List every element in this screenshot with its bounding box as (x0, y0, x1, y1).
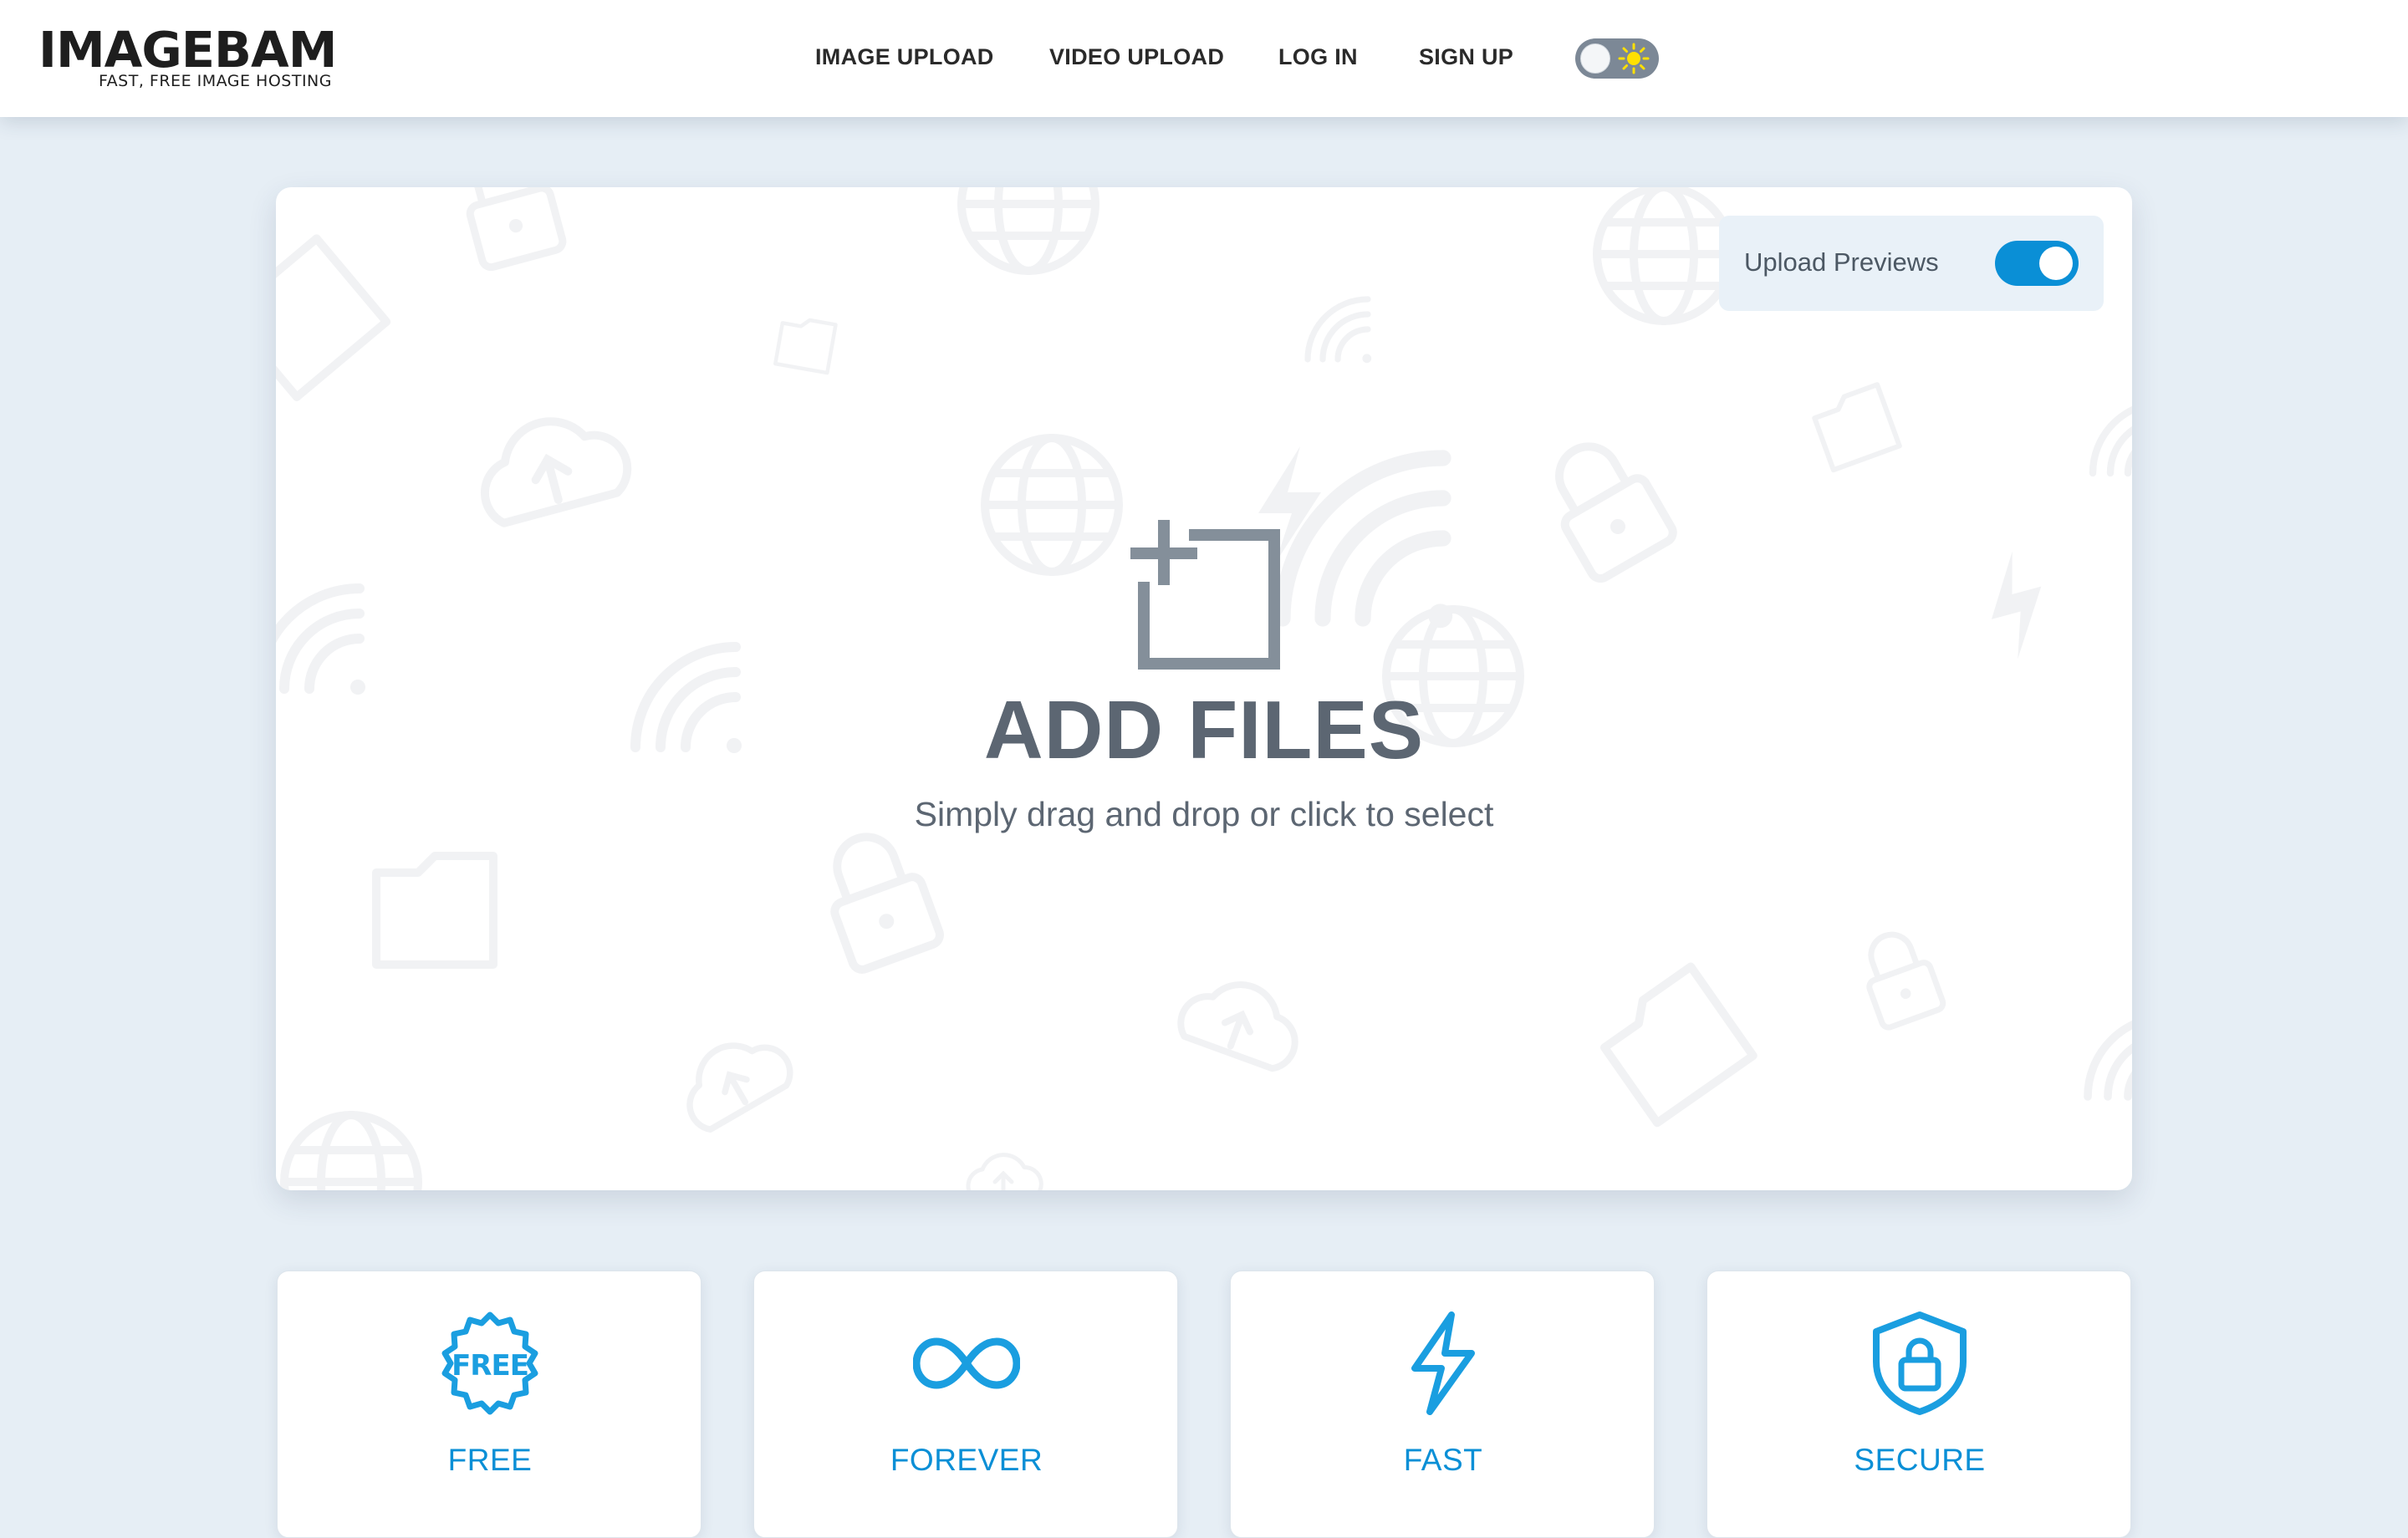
top-header: IMAGEBAM FAST, FREE IMAGE HOSTING IMAGE … (0, 0, 2408, 117)
imagebam-logo[interactable]: IMAGEBAM FAST, FREE IMAGE HOSTING (38, 25, 337, 94)
feature-label-forever: FOREVER (890, 1443, 1043, 1477)
nav-video-upload[interactable]: VIDEO UPLOAD (1049, 40, 1224, 74)
upload-previews-label: Upload Previews (1744, 247, 1939, 277)
theme-toggle-knob (1580, 43, 1610, 74)
add-files-subtitle: Simply drag and drop or click to select (914, 795, 1494, 833)
theme-toggle[interactable] (1575, 38, 1659, 79)
infinity-icon (913, 1337, 1020, 1389)
feature-label-fast: FAST (1403, 1443, 1483, 1477)
nav-sign-up[interactable]: SIGN UP (1419, 40, 1513, 74)
feature-card-fast: FAST (1230, 1271, 1655, 1538)
upload-previews-setting: Upload Previews (1719, 216, 2104, 311)
shield-lock-icon (1873, 1311, 1967, 1415)
logo-tagline: FAST, FREE IMAGE HOSTING (99, 72, 332, 90)
upload-dropzone[interactable]: Upload Previews ADD FILES Simply drag an… (276, 187, 2132, 1190)
feature-card-free: FREE FREE (277, 1271, 701, 1538)
feature-card-secure: SECURE (1707, 1271, 2131, 1538)
sun-icon (1618, 43, 1650, 74)
upload-previews-toggle-knob (2039, 247, 2073, 280)
free-badge-icon: FREE (441, 1311, 538, 1415)
feature-card-forever: FOREVER (753, 1271, 1178, 1538)
feature-label-free: FREE (447, 1443, 533, 1477)
svg-text:FREE: FREE (452, 1349, 528, 1383)
nav-image-upload[interactable]: IMAGE UPLOAD (815, 40, 994, 74)
upload-previews-toggle[interactable] (1995, 241, 2079, 286)
add-file-icon (1130, 520, 1280, 670)
logo-title: IMAGEBAM (38, 21, 337, 79)
lightning-icon (1411, 1311, 1475, 1415)
nav-log-in[interactable]: LOG IN (1278, 40, 1358, 74)
add-files-heading: ADD FILES (983, 684, 1425, 776)
feature-label-secure: SECURE (1854, 1443, 1986, 1477)
